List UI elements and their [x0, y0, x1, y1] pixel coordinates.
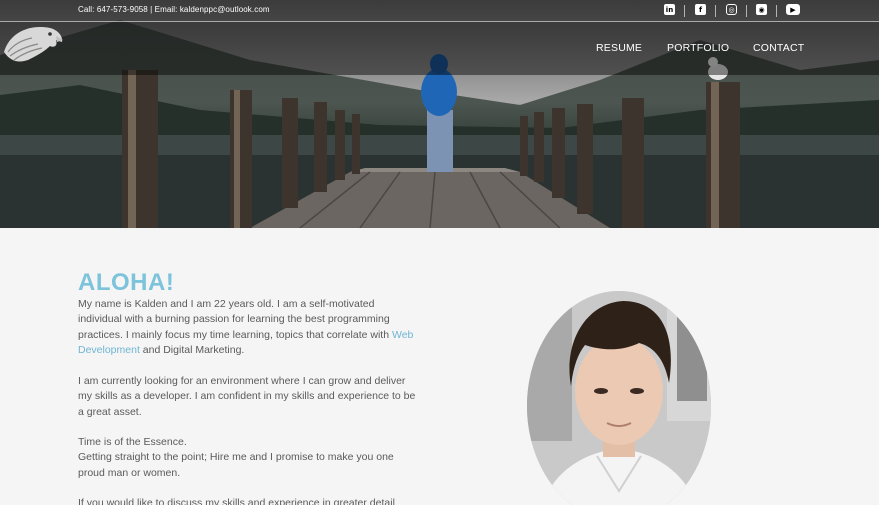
social-divider	[684, 5, 685, 17]
discuss-paragraph: If you would like to discuss my skills a…	[78, 497, 395, 505]
youtube-link[interactable]: ▶	[786, 4, 800, 15]
linkedin-link[interactable]: in	[664, 4, 675, 15]
nav-contact[interactable]: CONTACT	[753, 42, 804, 54]
instagram-icon: ◎	[726, 4, 737, 15]
intro-text-end: and Digital Marketing.	[139, 343, 245, 356]
about-section: ALOHA! My name is Kalden and I am 22 yea…	[0, 228, 879, 505]
hero-banner: Call: 647-573-9058 | Email: kaldenppc@ou…	[0, 0, 879, 228]
nav-portfolio[interactable]: PORTFOLIO	[667, 42, 729, 54]
essence-paragraph: Time is of the Essence. Getting straight…	[78, 435, 418, 481]
profile-photo	[527, 291, 711, 505]
essence-line: Time is of the Essence.	[78, 436, 187, 448]
facebook-link[interactable]: f	[695, 4, 706, 15]
github-link[interactable]: ◉	[756, 4, 767, 15]
github-icon: ◉	[756, 4, 767, 15]
youtube-icon: ▶	[786, 4, 800, 15]
eagle-logo-icon[interactable]	[0, 22, 65, 66]
intro-text: My name is Kalden and I am 22 years old.…	[78, 298, 392, 341]
avatar	[527, 291, 711, 505]
page-title: ALOHA!	[78, 269, 175, 296]
social-divider	[715, 5, 716, 17]
goals-paragraph: I am currently looking for an environmen…	[78, 375, 416, 418]
facebook-icon: f	[695, 4, 706, 15]
contact-line: Call: 647-573-9058 | Email: kaldenppc@ou…	[78, 5, 270, 14]
intro-paragraph: My name is Kalden and I am 22 years old.…	[78, 297, 418, 358]
social-divider	[746, 5, 747, 17]
hire-me-text: Getting straight to the point; Hire me a…	[78, 451, 394, 479]
social-divider	[776, 5, 777, 17]
nav-resume[interactable]: RESUME	[596, 42, 642, 54]
linkedin-icon: in	[664, 4, 675, 15]
top-contact-bar: Call: 647-573-9058 | Email: kaldenppc@ou…	[0, 0, 879, 22]
main-nav: RESUME PORTFOLIO CONTACT	[0, 22, 879, 75]
instagram-link[interactable]: ◎	[726, 4, 737, 15]
